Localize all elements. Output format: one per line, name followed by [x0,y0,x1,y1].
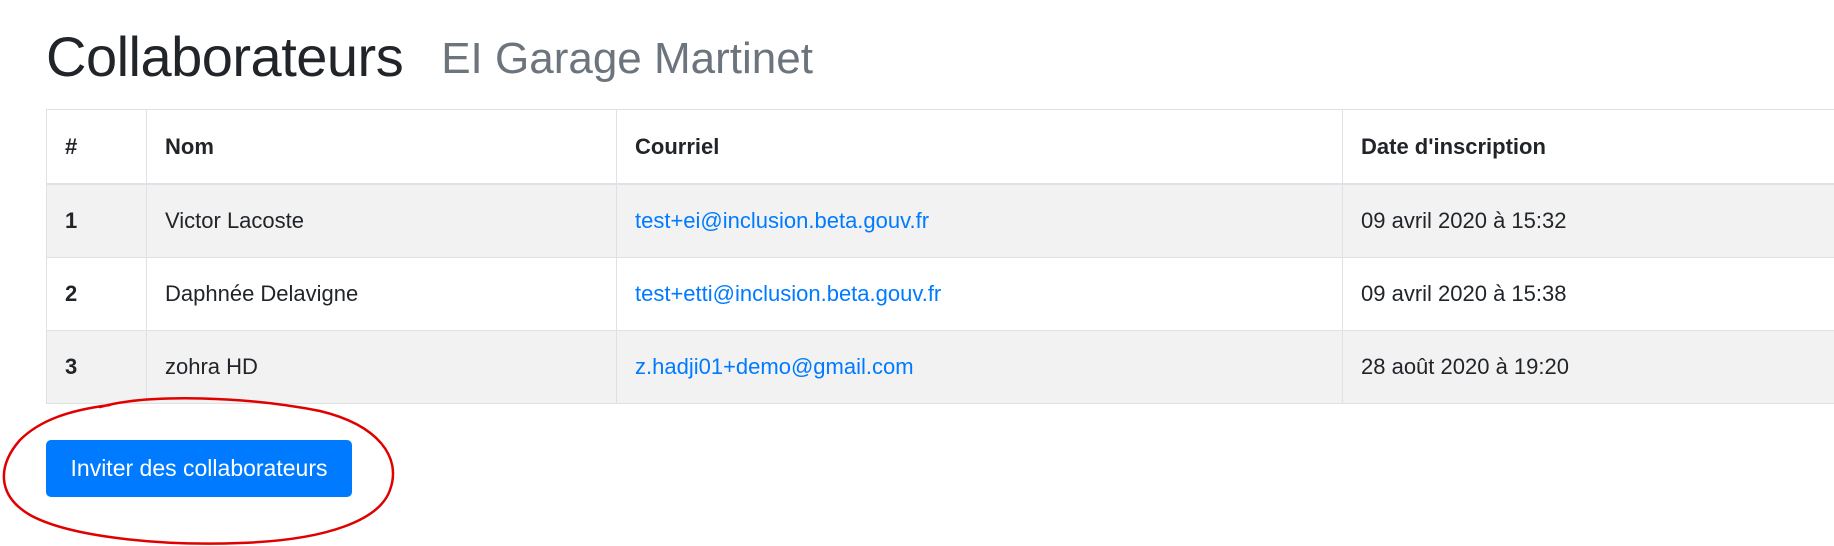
column-header-number: # [46,109,147,185]
invite-collaborators-button[interactable]: Inviter des collaborateurs [46,440,352,497]
collaborator-email-cell: test+etti@inclusion.beta.gouv.fr [616,257,1343,331]
column-header-name: Nom [146,109,617,185]
page-title: Collaborateurs [46,25,404,88]
collaborators-page: Collaborateurs EI Garage Martinet # Nom … [0,0,1834,546]
collaborators-table-container: # Nom Courriel Date d'inscription 1 Vict… [46,109,1834,404]
column-header-signup-date: Date d'inscription [1342,109,1834,185]
row-number: 1 [46,183,147,258]
collaborator-email-cell: z.hadji01+demo@gmail.com [616,330,1343,404]
table-header-row: # Nom Courriel Date d'inscription [46,109,1834,185]
signup-date: 09 avril 2020 à 15:38 [1342,257,1834,331]
table-row: 2 Daphnée Delavigne test+etti@inclusion.… [46,257,1834,331]
collaborator-email-cell: test+ei@inclusion.beta.gouv.fr [616,183,1343,258]
organization-name: EI Garage Martinet [441,34,813,83]
page-header: Collaborateurs EI Garage Martinet [46,0,813,85]
collaborator-name: Victor Lacoste [146,183,617,258]
signup-date: 28 août 2020 à 19:20 [1342,330,1834,404]
row-number: 2 [46,257,147,331]
collaborators-table: # Nom Courriel Date d'inscription 1 Vict… [46,109,1834,404]
table-row: 1 Victor Lacoste test+ei@inclusion.beta.… [46,183,1834,258]
column-header-email: Courriel [616,109,1343,185]
collaborator-email-link[interactable]: z.hadji01+demo@gmail.com [635,354,914,379]
collaborator-name: Daphnée Delavigne [146,257,617,331]
collaborator-email-link[interactable]: test+ei@inclusion.beta.gouv.fr [635,208,929,233]
signup-date: 09 avril 2020 à 15:32 [1342,183,1834,258]
collaborator-name: zohra HD [146,330,617,404]
collaborator-email-link[interactable]: test+etti@inclusion.beta.gouv.fr [635,281,941,306]
table-row: 3 zohra HD z.hadji01+demo@gmail.com 28 a… [46,330,1834,404]
row-number: 3 [46,330,147,404]
invite-button-container: Inviter des collaborateurs [46,440,352,497]
